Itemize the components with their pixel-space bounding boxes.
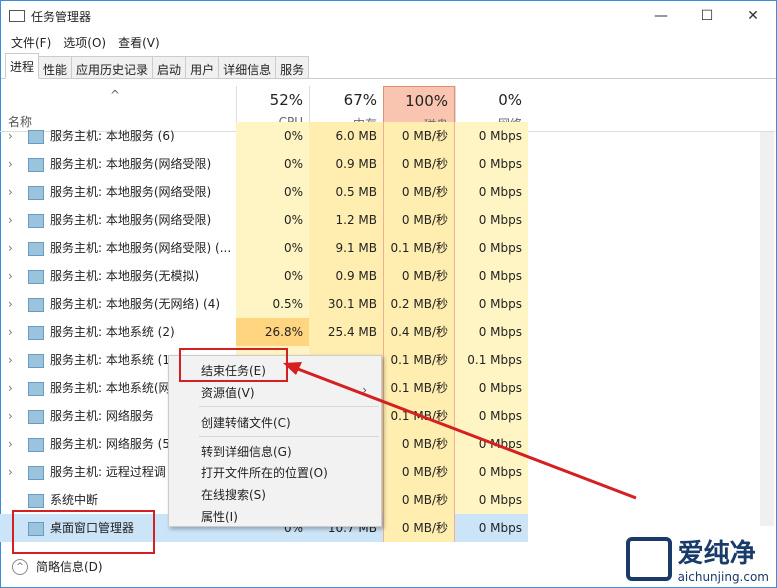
watermark-mark-icon	[625, 536, 672, 581]
highlight-dwm-box	[12, 510, 155, 554]
watermark-url: aichunjing.com	[677, 570, 769, 584]
watermark-logo: 爱纯净 aichunjing.com	[625, 533, 769, 584]
highlight-end-task-box	[179, 348, 288, 382]
fewer-details-button[interactable]: ^ 简略信息(D)	[12, 558, 103, 575]
watermark-name: 爱纯净	[677, 539, 756, 569]
fewer-details-label: 简略信息(D)	[36, 560, 103, 574]
annotation-arrow-line	[289, 364, 637, 500]
annotation-overlay	[12, 348, 637, 554]
chevron-up-icon: ^	[12, 558, 28, 575]
